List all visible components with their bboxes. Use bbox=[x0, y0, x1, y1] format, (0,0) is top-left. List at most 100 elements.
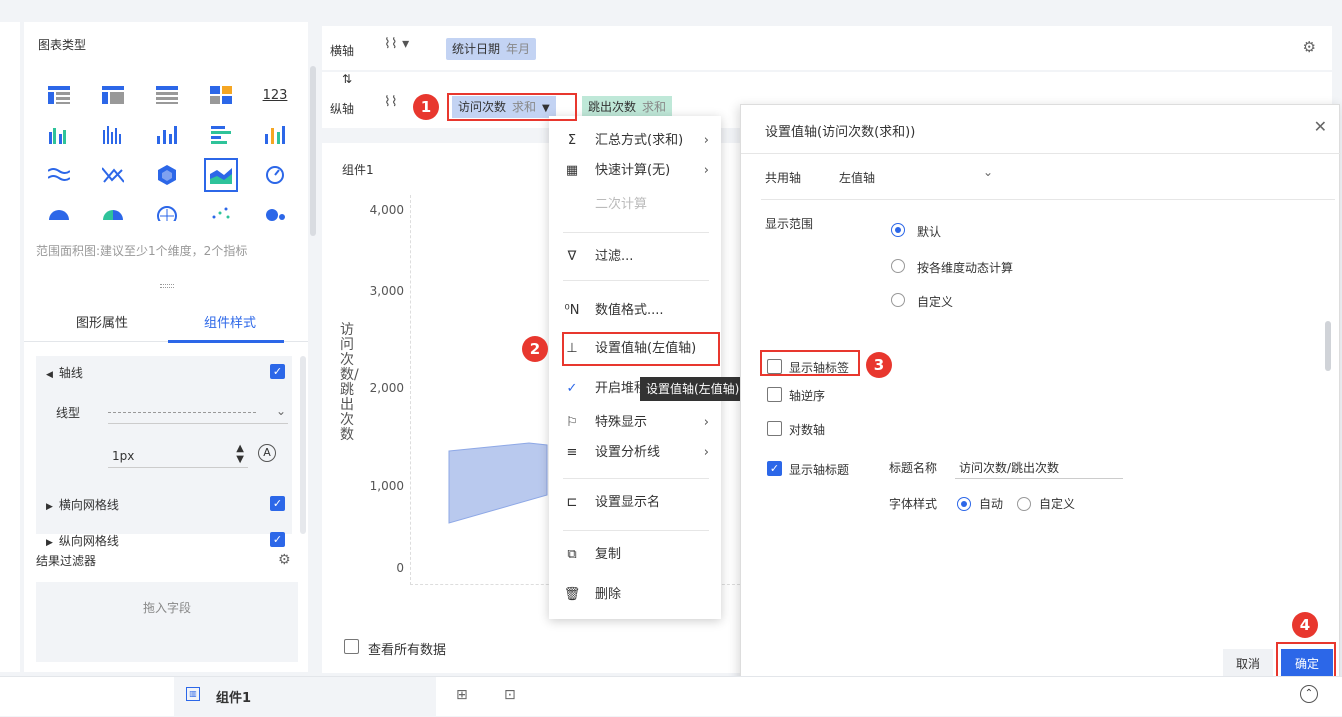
result-filter-title: 结果过滤器 bbox=[36, 554, 97, 568]
point-icon[interactable] bbox=[204, 196, 238, 230]
dialog-scrollbar[interactable] bbox=[1325, 321, 1331, 371]
x-field-pill[interactable]: 统计日期 年月 bbox=[446, 38, 537, 60]
font-auto-icon[interactable]: A bbox=[258, 444, 276, 462]
sheet-tab-active[interactable]: ▥ 组件1 bbox=[174, 677, 436, 717]
y-axis-label: 纵轴 bbox=[330, 102, 355, 116]
cancel-button[interactable]: 取消 bbox=[1223, 649, 1273, 679]
scatter-icon[interactable] bbox=[96, 158, 130, 192]
menu-item-label: 数值格式.... bbox=[595, 303, 664, 318]
icon-grid-scrollbar[interactable] bbox=[310, 66, 316, 236]
y-axis-sort-icon[interactable]: ⌇⌇ bbox=[384, 94, 398, 110]
log-axis-label: 对数轴 bbox=[789, 423, 826, 437]
show-axis-title-checkbox[interactable]: ✓ bbox=[767, 461, 782, 476]
line-width-stepper[interactable]: 1px ▲ ▼ bbox=[108, 442, 248, 468]
rename-icon: ⊏ bbox=[566, 495, 578, 510]
multi-bar-icon[interactable] bbox=[96, 118, 130, 152]
bar-icon[interactable] bbox=[204, 118, 238, 152]
column-icon[interactable] bbox=[150, 118, 184, 152]
sheet-tab-label: 组件1 bbox=[216, 691, 252, 706]
chart-type-title: 图表类型 bbox=[38, 38, 87, 52]
tab-graph-properties[interactable]: 图形属性 bbox=[76, 312, 128, 331]
range-dynamic-radio[interactable] bbox=[891, 259, 905, 273]
h-grid-row[interactable]: ▶ 横向网格线 bbox=[46, 496, 119, 513]
y-field2-pill[interactable]: 跳出次数 求和 bbox=[582, 96, 673, 118]
filter-settings-icon[interactable]: ⚙ bbox=[278, 552, 291, 568]
menu-divider bbox=[563, 478, 709, 479]
checkmark-icon: ✓ bbox=[566, 381, 578, 396]
x-axis-settings-icon[interactable]: ⚙ bbox=[1303, 38, 1316, 56]
stacked-column-icon[interactable] bbox=[258, 118, 292, 152]
h-grid-label: 横向网格线 bbox=[58, 498, 119, 512]
title-name-value: 访问次数/跳出次数 bbox=[959, 461, 1060, 475]
view-all-checkbox[interactable] bbox=[344, 639, 359, 654]
kpi-number-icon[interactable]: 123 bbox=[258, 78, 292, 112]
chevron-down-icon: ⌄ bbox=[982, 165, 993, 179]
show-axis-title-label: 显示轴标题 bbox=[789, 463, 850, 477]
highlight-box-ok bbox=[1276, 642, 1336, 680]
font-auto-radio[interactable] bbox=[957, 497, 971, 511]
tab-component-style[interactable]: 组件样式 bbox=[204, 312, 256, 331]
add-sheet-icon[interactable]: ⊡ bbox=[504, 687, 516, 703]
range-default-radio[interactable] bbox=[891, 223, 905, 237]
donut-icon[interactable] bbox=[96, 196, 130, 230]
y-field2-sub: 求和 bbox=[642, 100, 667, 114]
stepper-arrows-icon: ▲ ▼ bbox=[236, 443, 244, 465]
dialog-title: 设置值轴(访问次数(求和)) bbox=[765, 125, 916, 140]
menu-divider bbox=[563, 280, 709, 281]
x-axis-sort-icon[interactable]: ⌇⌇ ▾ bbox=[384, 36, 409, 52]
dashed-line-preview bbox=[108, 412, 256, 413]
drop-field-zone[interactable]: 拖入字段 bbox=[36, 582, 298, 662]
menu-item-analysis-line[interactable]: ≡ 设置分析线 › bbox=[549, 438, 721, 468]
gauge-icon[interactable] bbox=[258, 158, 292, 192]
crosstab-icon[interactable] bbox=[96, 78, 130, 112]
pie-icon[interactable] bbox=[42, 196, 76, 230]
dashboard-table-icon[interactable] bbox=[204, 78, 238, 112]
table-icon[interactable] bbox=[42, 78, 76, 112]
props-scrollbar[interactable] bbox=[300, 356, 306, 534]
v-grid-checkbox[interactable]: ✓ bbox=[270, 532, 285, 547]
menu-item-number-format[interactable]: ⁰N 数值格式.... bbox=[549, 296, 721, 326]
chart-type-hint: 范围面积图:建议至少1个维度，2个指标 bbox=[36, 244, 248, 258]
shared-axis-select[interactable]: 左值轴 ⌄ bbox=[837, 163, 997, 189]
menu-item-filter[interactable]: ∇ 过滤... bbox=[549, 242, 721, 272]
axis-section[interactable]: ◀ 轴线 bbox=[46, 364, 83, 381]
expand-up-icon[interactable]: ⌃ bbox=[1300, 685, 1318, 703]
menu-item-label: 汇总方式(求和) bbox=[595, 133, 684, 148]
menu-item-delete[interactable]: 🗑 删除 bbox=[549, 580, 721, 610]
left-panel: 图表类型 123 范围面积图:建议至少1个维度，2个指标 图形属性 组件样式 ◀… bbox=[24, 22, 308, 672]
axis-section-label: 轴线 bbox=[58, 366, 83, 380]
title-name-input[interactable]: 访问次数/跳出次数 bbox=[955, 453, 1123, 479]
menu-tooltip: 设置值轴(左值轴) bbox=[640, 377, 740, 401]
highlight-box-axis-label bbox=[760, 350, 860, 376]
h-grid-checkbox[interactable]: ✓ bbox=[270, 496, 285, 511]
resize-handle[interactable] bbox=[160, 284, 174, 288]
menu-item-special-display[interactable]: ⚐ 特殊显示 › bbox=[549, 408, 721, 438]
area-icon[interactable] bbox=[204, 158, 238, 192]
swap-axes-icon[interactable]: ⇅ bbox=[342, 72, 352, 86]
bubble-icon[interactable] bbox=[258, 196, 292, 230]
axis-line-checkbox[interactable]: ✓ bbox=[270, 364, 285, 379]
line-type-select[interactable]: ⌄ bbox=[108, 402, 288, 424]
v-grid-row[interactable]: ▶ 纵向网格线 bbox=[46, 532, 119, 549]
x-field-name: 统计日期 bbox=[452, 42, 501, 56]
axis-properties-panel: ◀ 轴线 ✓ 线型 ⌄ 1px ▲ ▼ A ▶ 横向网格线 ✓ ▶ 纵向网格线 ✓ bbox=[36, 356, 292, 548]
grouped-bar-icon[interactable] bbox=[42, 118, 76, 152]
font-custom-radio[interactable] bbox=[1017, 497, 1031, 511]
close-icon[interactable]: ✕ bbox=[1314, 117, 1327, 136]
log-axis-checkbox[interactable] bbox=[767, 421, 782, 436]
menu-item-quick-calc[interactable]: ▦ 快速计算(无) › bbox=[549, 156, 721, 186]
map-icon[interactable] bbox=[150, 158, 184, 192]
menu-item-label: 特殊显示 bbox=[595, 415, 648, 430]
range-custom-radio[interactable] bbox=[891, 293, 905, 307]
menu-item-display-name[interactable]: ⊏ 设置显示名 bbox=[549, 488, 721, 518]
expand-icon: ▶ bbox=[46, 502, 53, 512]
step-marker-3: 3 bbox=[866, 352, 892, 378]
radar-icon[interactable] bbox=[150, 196, 184, 230]
line-icon[interactable] bbox=[42, 158, 76, 192]
chevron-right-icon: › bbox=[703, 445, 709, 460]
menu-item-copy[interactable]: ⧉ 复制 bbox=[549, 540, 721, 570]
menu-item-aggregation[interactable]: Σ 汇总方式(求和) › bbox=[549, 126, 721, 156]
detail-table-icon[interactable] bbox=[150, 78, 184, 112]
axis-reverse-checkbox[interactable] bbox=[767, 387, 782, 402]
add-component-icon[interactable]: ⊞ bbox=[456, 687, 468, 703]
